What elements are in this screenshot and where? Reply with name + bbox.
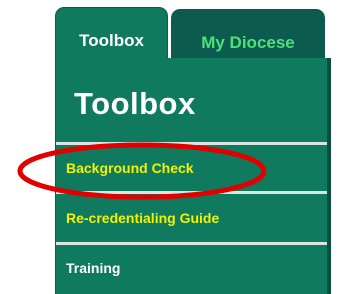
tab-my-diocese[interactable]: My Diocese (171, 9, 325, 63)
menu-item-label: Training (66, 259, 121, 276)
tab-toolbox-label: Toolbox (79, 31, 144, 50)
toolbox-widget: Toolbox My Diocese Toolbox Background Ch… (55, 0, 340, 294)
menu-item-background-check[interactable]: Background Check (56, 142, 327, 191)
menu-item-label: Background Check (66, 160, 194, 176)
menu-item-training[interactable]: Training (56, 242, 327, 290)
panel-title: Toolbox (74, 86, 196, 121)
tab-my-diocese-label: My Diocese (201, 33, 295, 52)
screenshot-stage: e Toolbox My Diocese Toolbox Background … (0, 0, 340, 294)
toolbox-panel: Toolbox Background Check Re-credentialin… (55, 58, 331, 294)
toolbox-menu: Background Check Re-credentialing Guide … (56, 142, 327, 290)
tab-toolbox[interactable]: Toolbox (55, 7, 168, 61)
menu-item-recredentialing-guide[interactable]: Re-credentialing Guide (56, 191, 327, 242)
menu-item-label: Re-credentialing Guide (66, 210, 220, 226)
